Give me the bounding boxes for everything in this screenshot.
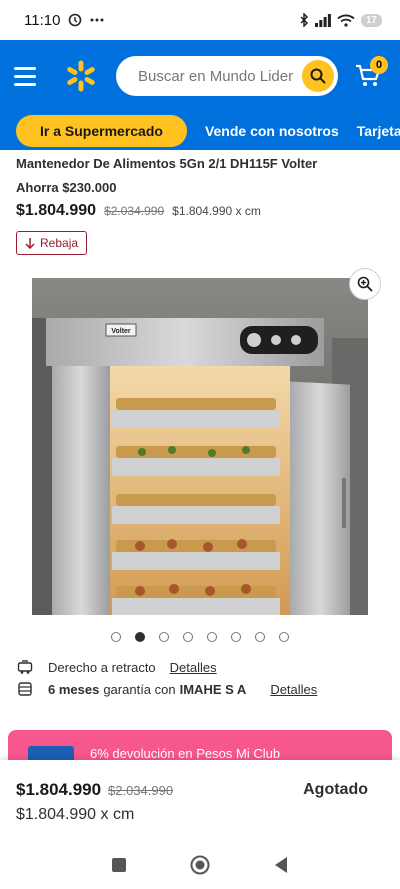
search-button[interactable] — [302, 60, 334, 92]
carousel-dot[interactable] — [279, 632, 289, 642]
category-nav: Ir a Supermercado Vende con nosotros Tar… — [0, 112, 400, 150]
wifi-icon — [337, 14, 355, 27]
recents-button[interactable] — [111, 857, 127, 873]
more-notifications-icon — [90, 18, 104, 22]
status-left: 11:10 — [24, 12, 104, 29]
battery-indicator: 17 — [360, 13, 382, 27]
bottom-old-price: $2.034.990 — [108, 783, 174, 798]
warranty-provider: IMAHE S A — [179, 681, 247, 697]
notification-icon — [69, 13, 82, 27]
cart-count-badge: 0 — [370, 56, 388, 74]
zoom-button[interactable] — [349, 268, 381, 300]
zoom-in-icon — [357, 276, 373, 292]
warranty-icon — [16, 680, 34, 698]
hamburger-icon — [14, 66, 36, 70]
carousel-dot[interactable] — [255, 632, 265, 642]
app-header: Buscar en Mundo Lider 0 — [0, 40, 400, 112]
nav-link-card[interactable]: Tarjeta — [357, 123, 400, 139]
warranty-details-link[interactable]: Detalles — [270, 682, 317, 697]
warranty-row: 6 meses garantía con IMAHE S A Detalles — [16, 680, 317, 698]
search-bar[interactable]: Buscar en Mundo Lider — [116, 56, 338, 96]
menu-button[interactable] — [14, 61, 44, 91]
cart-button[interactable]: 0 — [350, 56, 388, 94]
bottom-price: $1.804.990 — [16, 780, 102, 799]
rebaja-badge: Rebaja — [16, 231, 88, 255]
system-nav-bar — [0, 840, 400, 889]
price-row: $1.804.990 $2.034.990 $1.804.990 x cm — [16, 202, 261, 220]
bottom-price-bar: $1.804.990 $2.034.990 $1.804.990 x cm Ag… — [0, 760, 400, 840]
bluetooth-icon — [300, 13, 308, 27]
back-button[interactable] — [273, 856, 289, 874]
signal-icon — [314, 13, 331, 27]
search-icon — [310, 68, 326, 84]
supermarket-button[interactable]: Ir a Supermercado — [16, 115, 187, 147]
current-price: $1.804.990 — [16, 202, 97, 219]
return-details-link[interactable]: Detalles — [170, 660, 217, 675]
carousel-dot[interactable] — [207, 632, 217, 642]
bottom-unit-price: $1.804.990 x cm — [16, 806, 135, 823]
saving-text: Ahorra $230.000 — [16, 180, 117, 195]
carousel-dot[interactable] — [183, 632, 193, 642]
return-policy-row: Derecho a retracto Detalles — [16, 658, 217, 676]
stock-status: Agotado — [303, 781, 368, 798]
carousel-dot[interactable] — [111, 632, 121, 642]
food-warmer-illustration: Volter — [32, 278, 368, 615]
status-bar: 11:10 17 — [0, 0, 400, 40]
carousel-dot[interactable] — [135, 632, 145, 642]
carousel-dot[interactable] — [159, 632, 169, 642]
promo-text: 6% devolución en Pesos Mi Club — [90, 746, 281, 761]
brand-label: Volter — [111, 328, 131, 335]
nav-link-sell[interactable]: Vende con nosotros — [205, 123, 339, 139]
arrow-down-icon — [25, 238, 35, 249]
return-icon — [16, 658, 34, 676]
carousel-dot[interactable] — [231, 632, 241, 642]
product-title: Mantenedor De Alimentos 5Gn 2/1 DH115F V… — [16, 156, 318, 171]
status-time: 11:10 — [24, 11, 61, 29]
home-button[interactable] — [190, 855, 210, 875]
product-image[interactable]: Volter — [32, 278, 368, 615]
return-text: Derecho a retracto — [48, 659, 156, 675]
old-price: $2.034.990 — [104, 204, 165, 218]
unit-price: $1.804.990 x cm — [172, 204, 261, 218]
carousel-dots — [111, 632, 289, 642]
warranty-text: garantía con — [103, 681, 176, 697]
warranty-duration: 6 meses — [48, 681, 100, 697]
status-right: 17 — [299, 13, 382, 27]
search-input[interactable]: Buscar en Mundo Lider — [138, 68, 302, 85]
rebaja-label: Rebaja — [40, 236, 79, 250]
walmart-spark-logo[interactable] — [64, 59, 98, 93]
